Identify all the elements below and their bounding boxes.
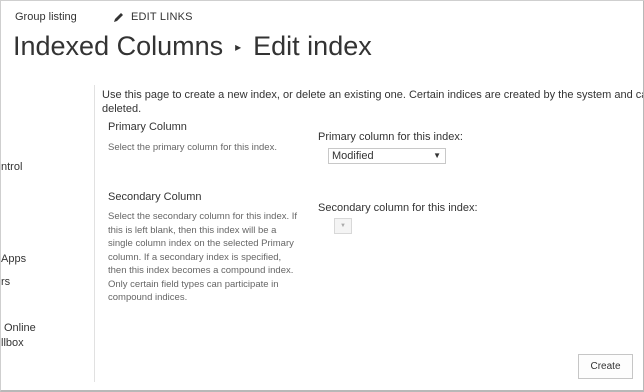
- nav-item[interactable]: Online: [4, 322, 36, 334]
- primary-column-description: Select the primary column for this index…: [108, 142, 277, 153]
- secondary-column-select[interactable]: ▼: [334, 218, 352, 234]
- nav-item[interactable]: ntrol: [1, 161, 22, 173]
- chevron-down-icon: ▼: [340, 223, 346, 229]
- page-title: Indexed Columns ▸ Edit index: [13, 31, 372, 62]
- secondary-column-label: Secondary column for this index:: [318, 202, 478, 214]
- primary-column-value: Modified: [332, 150, 374, 162]
- chevron-down-icon: ▼: [433, 151, 441, 160]
- secondary-column-heading: Secondary Column: [108, 191, 202, 203]
- nav-item[interactable]: Apps: [1, 253, 26, 265]
- edit-links-label: EDIT LINKS: [131, 11, 193, 23]
- left-navigation: ntrol Apps rs Online llbox: [1, 1, 61, 390]
- primary-column-select[interactable]: Modified ▼: [328, 148, 446, 164]
- primary-column-label: Primary column for this index:: [318, 131, 463, 143]
- secondary-column-description: Select the secondary column for this ind…: [108, 211, 298, 303]
- breadcrumb-current: Edit index: [253, 31, 372, 61]
- content-divider: [94, 85, 95, 382]
- nav-item[interactable]: llbox: [1, 337, 24, 349]
- primary-column-heading: Primary Column: [108, 121, 187, 133]
- page-frame: Group listing EDIT LINKS Indexed Columns…: [0, 0, 644, 392]
- pencil-icon: [114, 13, 123, 22]
- nav-item[interactable]: rs: [1, 276, 10, 288]
- page-description: Use this page to create a new index, or …: [102, 89, 644, 115]
- edit-links-button[interactable]: EDIT LINKS: [113, 11, 193, 23]
- breadcrumb-separator-icon: ▸: [235, 39, 242, 54]
- create-button[interactable]: Create: [578, 354, 633, 379]
